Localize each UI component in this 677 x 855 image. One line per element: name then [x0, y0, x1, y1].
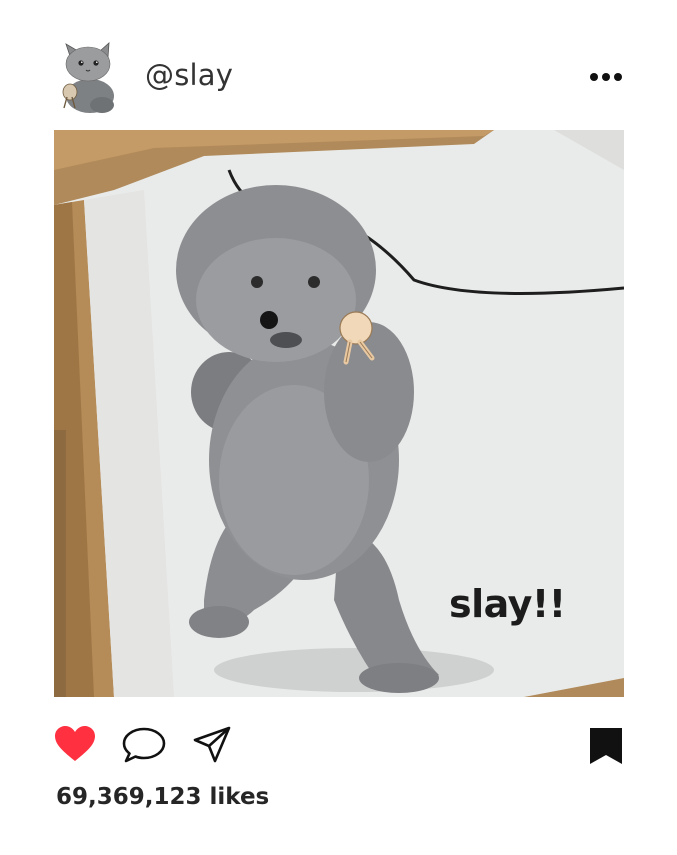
post-header: @slay: [0, 0, 677, 128]
cat-avatar-icon: [62, 42, 114, 113]
bookmark-icon: [590, 728, 622, 764]
post-actions: [0, 715, 677, 775]
save-button[interactable]: [589, 727, 623, 770]
username[interactable]: @slay: [145, 58, 233, 92]
likes-count[interactable]: 69,369,123 likes: [56, 784, 269, 810]
avatar[interactable]: [56, 42, 118, 116]
image-caption: slay!!: [449, 582, 566, 626]
heart-icon: [55, 726, 95, 761]
speech-bubble-icon: [122, 727, 166, 763]
paper-plane-icon: [193, 726, 231, 763]
post-image[interactable]: slay!!: [54, 130, 624, 697]
more-dots-icon: [590, 73, 622, 81]
comment-button[interactable]: [121, 726, 167, 769]
share-button[interactable]: [192, 725, 232, 770]
like-button[interactable]: [54, 725, 96, 768]
more-options-button[interactable]: [588, 70, 624, 84]
